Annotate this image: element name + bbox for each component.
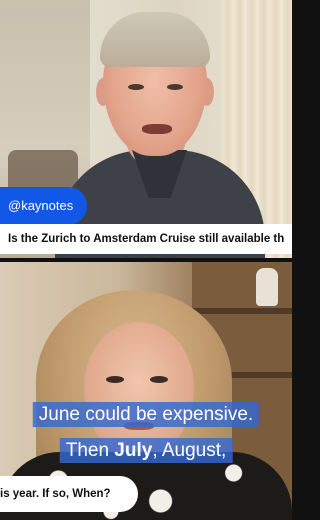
- question-banner-top: Is the Zurich to Amsterdam Cruise still …: [0, 224, 292, 254]
- man-hair: [100, 12, 210, 67]
- video-frame: @kaynotes Is the Zurich to Amsterdam Cru…: [0, 0, 292, 520]
- caption-line-2: Then July, August,: [59, 438, 233, 463]
- question-banner-bottom: is year. If so, When?: [0, 476, 138, 512]
- caption-line-2-emphasis: July: [114, 440, 153, 461]
- man-eye-left: [128, 84, 144, 90]
- caption-line-1: June could be expensive.: [32, 402, 260, 427]
- question-text-bottom: is year. If so, When?: [0, 488, 111, 500]
- man-eye-right: [167, 84, 183, 90]
- question-text-top: Is the Zurich to Amsterdam Cruise still …: [8, 233, 285, 245]
- woman-face: [84, 322, 194, 457]
- background-vase: [256, 268, 278, 306]
- shelf-board: [192, 308, 292, 314]
- man-mouth: [142, 124, 172, 134]
- woman-eye-right: [150, 376, 168, 383]
- handle-badge: @kaynotes: [0, 187, 88, 225]
- caption-line-2-pre: Then: [65, 440, 115, 461]
- caption-line-2-post: , August,: [152, 440, 227, 461]
- woman-eye-left: [106, 376, 124, 383]
